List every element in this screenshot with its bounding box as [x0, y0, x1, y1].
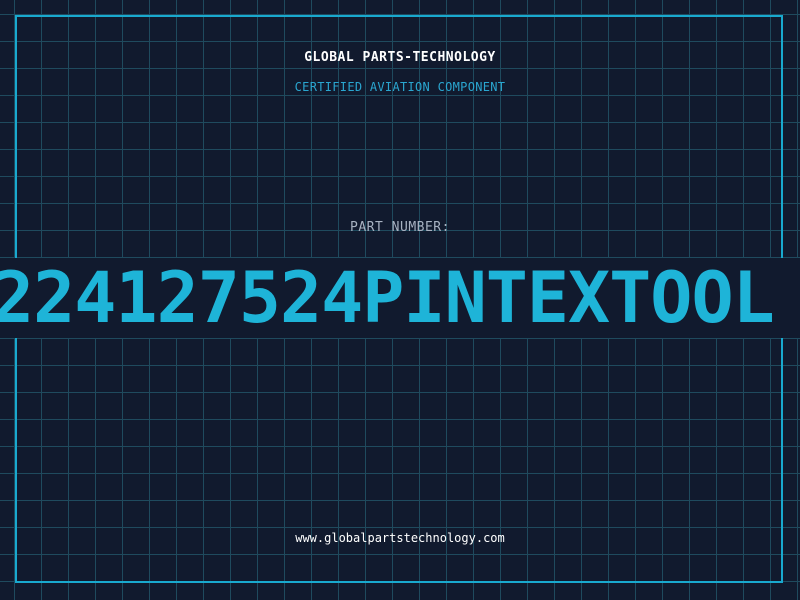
part-number-label: PART NUMBER: — [350, 220, 450, 235]
company-name: GLOBAL PARTS-TECHNOLOGY — [304, 50, 496, 65]
part-number-value: 224127524PINTEXTOOL — [0, 257, 775, 339]
website-url: www.globalpartstechnology.com — [295, 531, 505, 545]
certification-subtitle: CERTIFIED AVIATION COMPONENT — [294, 80, 506, 94]
